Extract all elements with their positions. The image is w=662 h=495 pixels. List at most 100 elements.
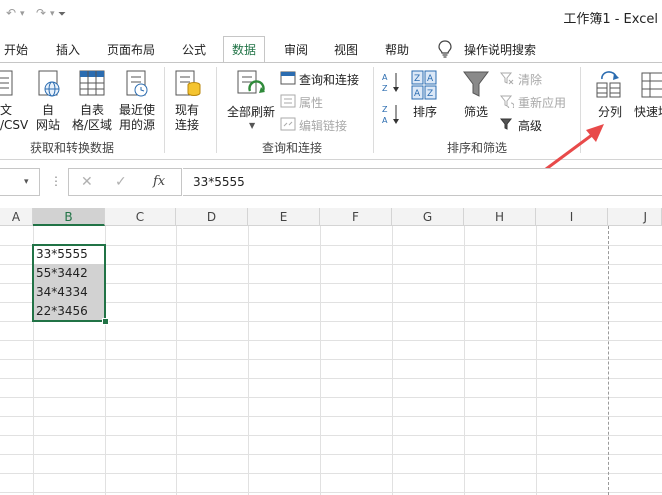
svg-text:Z: Z — [414, 74, 420, 84]
tab-insert[interactable]: 插入 — [56, 38, 80, 62]
from-table-label: 自表 格/区域 — [71, 103, 113, 132]
tab-help[interactable]: 帮助 — [385, 38, 409, 62]
insert-function-icon[interactable]: fx — [153, 174, 165, 189]
lightbulb-icon — [438, 40, 452, 58]
table-range-icon — [79, 70, 105, 96]
tab-view[interactable]: 视图 — [334, 38, 358, 62]
redo-dropdown-icon[interactable]: ▾ — [50, 9, 55, 19]
tab-page-layout[interactable]: 页面布局 — [107, 38, 155, 62]
cell-b4[interactable]: 34*4334 — [33, 283, 105, 302]
sort-button[interactable]: 排序 — [410, 105, 440, 120]
refresh-all-icon — [237, 70, 265, 94]
recent-sources-label: 最近使 用的源 — [118, 103, 155, 132]
column-header-d[interactable]: D — [176, 208, 248, 226]
existing-connections-label: 现有 连接 — [174, 103, 199, 132]
tab-review[interactable]: 审阅 — [284, 38, 308, 62]
from-web-button[interactable]: 自 网站 — [34, 103, 62, 133]
worksheet-grid[interactable]: A B C D E F G H I J 33*5555 55*3442 34*4… — [0, 208, 662, 495]
filter-funnel-icon — [463, 71, 489, 97]
gridline — [0, 492, 662, 493]
properties-button[interactable]: 属性 — [299, 94, 323, 111]
refresh-all-label: 全部刷新 — [226, 105, 275, 119]
column-header-e[interactable]: E — [248, 208, 320, 226]
ribbon-separator — [164, 67, 165, 153]
tell-me-search[interactable]: 操作说明搜索 — [464, 38, 536, 62]
column-header-b[interactable]: B — [33, 208, 105, 226]
sort-ascending-icon[interactable]: A Z — [382, 71, 402, 93]
undo-icon[interactable]: ↶ — [6, 6, 16, 20]
web-icon — [38, 70, 60, 97]
gridline — [248, 226, 249, 495]
cell-b5[interactable]: 22*3456 — [33, 302, 105, 321]
group-label-queries: 查询和连接 — [262, 141, 323, 155]
reapply-icon — [500, 95, 514, 108]
filter-label: 筛选 — [463, 105, 488, 119]
gridline — [536, 226, 537, 495]
formula-content: 33*5555 — [193, 175, 245, 189]
from-web-label: 自 网站 — [35, 103, 60, 132]
svg-text:A: A — [414, 89, 421, 99]
redo-icon[interactable]: ↷ — [36, 6, 46, 20]
tab-home[interactable]: 开始 — [4, 38, 28, 62]
formula-bar: ▾ ⋮ ✕ ✓ fx 33*5555 — [0, 168, 662, 199]
flash-fill-label: 快速填 — [634, 105, 662, 119]
page-break-line — [608, 226, 609, 495]
cell-b2[interactable]: 33*5555 — [33, 245, 105, 264]
flash-fill-button[interactable]: 快速填 — [634, 105, 662, 120]
svg-text:A: A — [382, 73, 388, 82]
group-label-get-transform: 获取和转换数据 — [30, 141, 115, 155]
from-csv-button[interactable]: 从文 本/CSV — [0, 103, 29, 133]
clear-button[interactable]: 清除 — [518, 71, 542, 88]
refresh-all-button[interactable]: 全部刷新 — [226, 105, 276, 120]
edit-links-icon — [280, 117, 296, 131]
gridline — [0, 359, 662, 360]
existing-connections-button[interactable]: 现有 连接 — [170, 103, 204, 133]
tab-data[interactable]: 数据 — [223, 36, 266, 63]
tab-formulas[interactable]: 公式 — [182, 38, 206, 62]
gridline — [320, 226, 321, 495]
from-csv-label: 从文 本/CSV — [0, 103, 29, 132]
ribbon-tabs: 开始 插入 页面布局 公式 数据 审阅 视图 帮助 操作说明搜索 — [0, 34, 662, 63]
column-header-j[interactable]: J — [608, 208, 662, 226]
filter-button[interactable]: 筛选 — [460, 105, 492, 120]
gridline — [0, 397, 662, 398]
sort-descending-icon[interactable]: Z A — [382, 103, 402, 125]
queries-connections-icon — [280, 71, 296, 85]
group-label-sort-filter: 排序和筛选 — [447, 141, 508, 155]
column-header-c[interactable]: C — [105, 208, 176, 226]
ribbon-separator — [373, 67, 374, 153]
column-header-a[interactable]: A — [0, 208, 33, 226]
enter-icon[interactable]: ✓ — [115, 174, 127, 190]
cell-b3[interactable]: 55*3442 — [33, 264, 105, 283]
column-header-f[interactable]: F — [320, 208, 392, 226]
svg-text:Z: Z — [382, 84, 388, 93]
recent-sources-button[interactable]: 最近使 用的源 — [116, 103, 158, 133]
from-table-button[interactable]: 自表 格/区域 — [70, 103, 114, 133]
text-to-columns-label: 分列 — [597, 105, 622, 119]
existing-connections-icon — [175, 70, 201, 96]
formula-input[interactable]: 33*5555 — [183, 168, 662, 196]
queries-connections-button[interactable]: 查询和连接 — [299, 71, 359, 88]
name-box-dropdown-icon[interactable]: ▾ — [24, 177, 29, 187]
gridline — [176, 226, 177, 495]
flash-fill-icon — [641, 72, 662, 98]
undo-dropdown-icon[interactable]: ▾ — [20, 9, 25, 19]
svg-text:A: A — [382, 116, 388, 125]
reapply-button[interactable]: 重新应用 — [518, 94, 566, 111]
csv-file-icon — [0, 70, 13, 96]
column-header-g[interactable]: G — [392, 208, 464, 226]
gridline — [392, 226, 393, 495]
name-box[interactable]: ▾ — [0, 168, 40, 196]
column-header-i[interactable]: I — [536, 208, 608, 226]
gridline — [464, 226, 465, 495]
gridline — [0, 435, 662, 436]
cancel-icon[interactable]: ✕ — [81, 174, 93, 190]
gridline — [0, 416, 662, 417]
column-header-h[interactable]: H — [464, 208, 536, 226]
gridline — [0, 473, 662, 474]
text-to-columns-icon — [596, 71, 621, 98]
refresh-dropdown-icon[interactable]: ▼ — [249, 121, 255, 130]
edit-links-button[interactable]: 编辑链接 — [299, 117, 347, 134]
customize-qat-icon[interactable]: ⏷ — [58, 9, 66, 20]
gridline — [0, 378, 662, 379]
